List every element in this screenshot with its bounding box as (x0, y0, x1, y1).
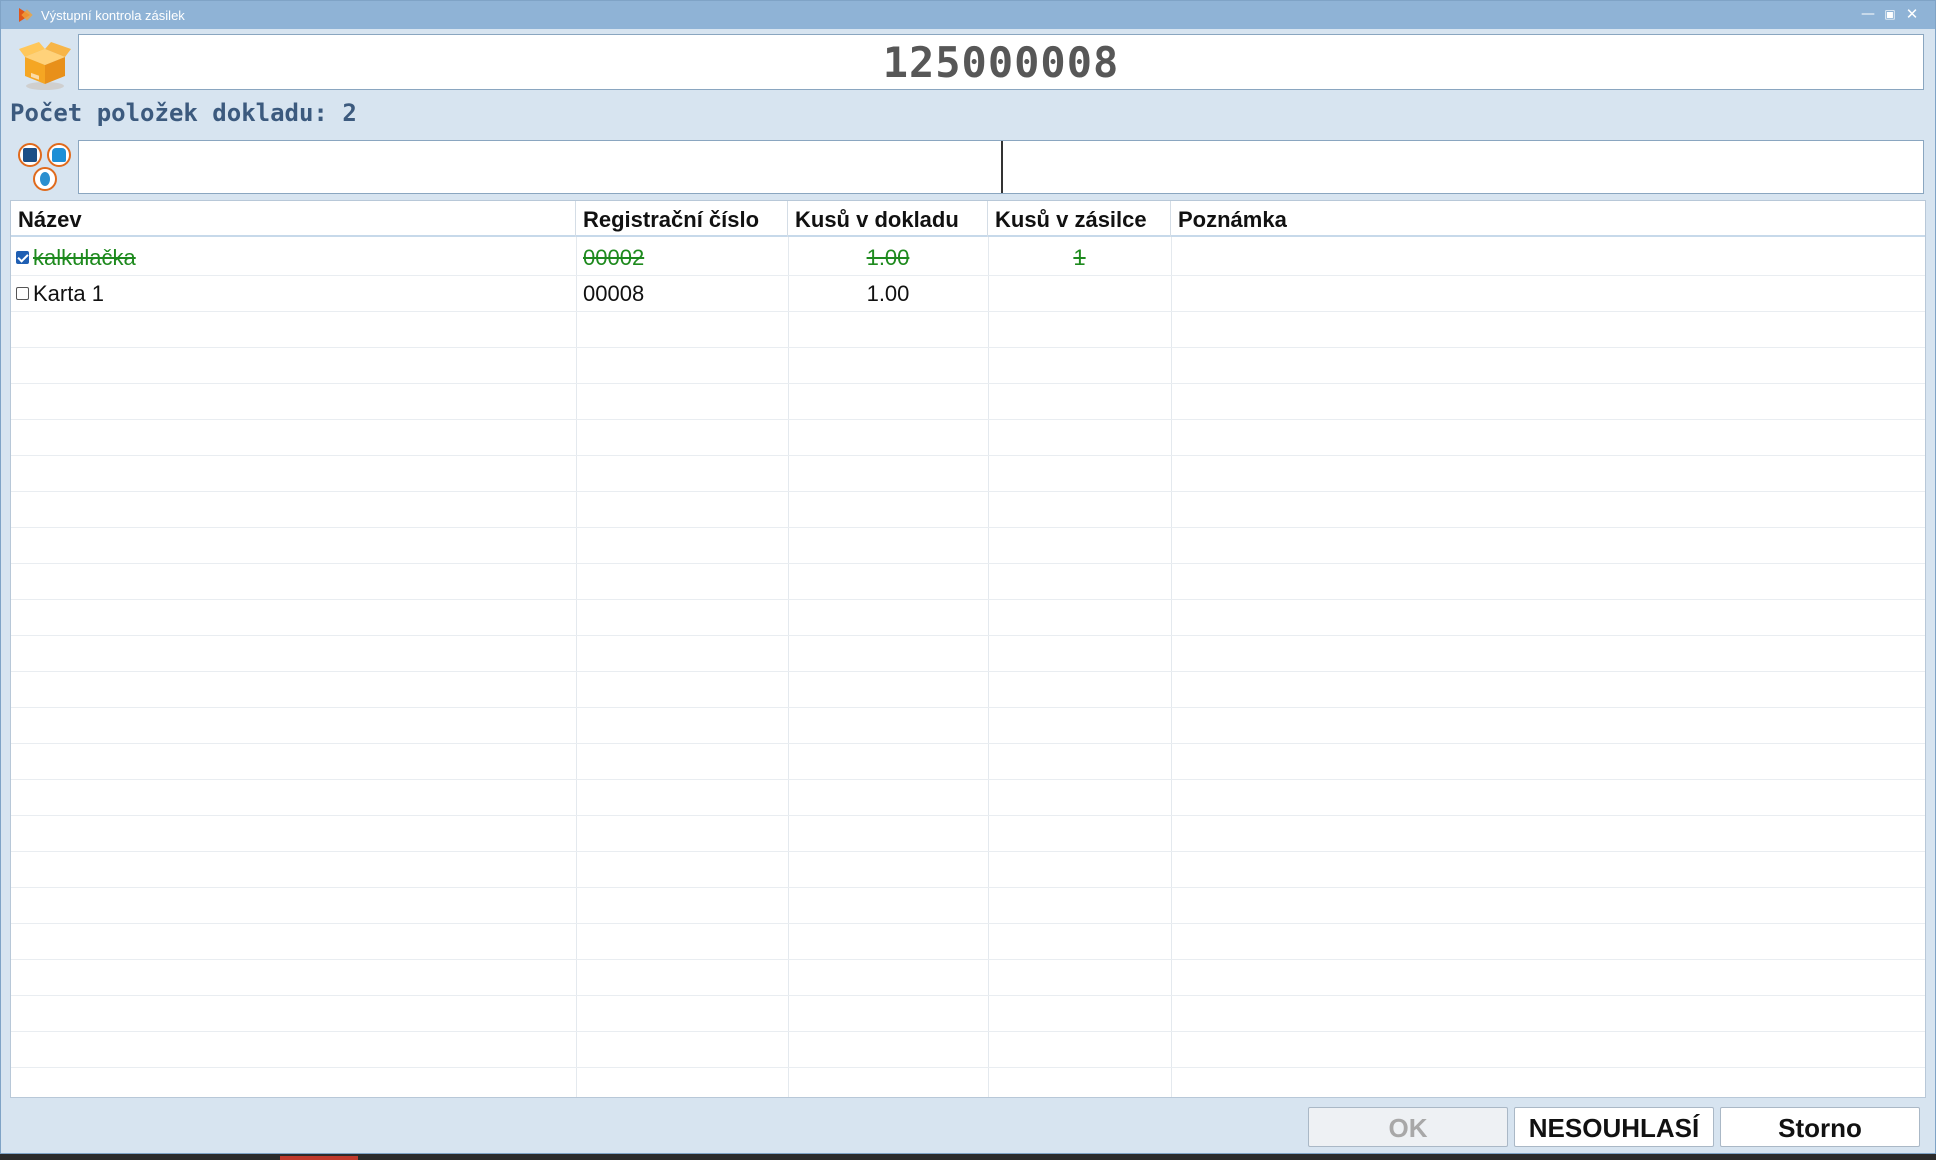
row-checkbox[interactable] (16, 287, 29, 300)
maximize-button[interactable]: ▣ (1879, 1, 1901, 29)
grid-row-line (11, 563, 1925, 564)
grid-row-line (11, 671, 1925, 672)
grid-row-line (11, 1067, 1925, 1068)
grid-row-line (11, 383, 1925, 384)
grid-row-line (11, 851, 1925, 852)
cell-name: Karta 1 (33, 281, 104, 306)
row-checkbox[interactable] (16, 251, 29, 264)
grid-row-line (11, 779, 1925, 780)
window-title: Výstupní kontrola zásilek (41, 7, 185, 23)
grid-row-line (11, 635, 1925, 636)
column-header-qty-document[interactable]: Kusů v dokladu (788, 201, 988, 237)
app-arrow-icon (17, 6, 35, 24)
grid-column-line (988, 237, 989, 1097)
taskbar-accent (280, 1156, 358, 1160)
grid-column-line (1171, 237, 1172, 1097)
grid-row-line (11, 743, 1925, 744)
grid-row-line (11, 1031, 1925, 1032)
grid-row-line (11, 923, 1925, 924)
column-header-qty-shipment[interactable]: Kusů v zásilce (988, 201, 1171, 237)
table-row[interactable]: kalkulačka 00002 1.00 1 (11, 239, 1925, 275)
cell-qty-document: 1.00 (866, 245, 910, 270)
grid-row-line (11, 887, 1925, 888)
close-button[interactable]: ✕ (1901, 1, 1923, 29)
main-window: Výstupní kontrola zásilek — ▣ ✕ 12500000… (0, 0, 1936, 1154)
cell-reg-number: 00002 (583, 245, 645, 270)
cell-qty-shipment (988, 275, 1171, 311)
disagree-button[interactable]: NESOUHLASÍ (1514, 1107, 1714, 1147)
grid-row-line (11, 959, 1925, 960)
scan-input-box (78, 140, 1924, 194)
grid-row-line (11, 347, 1925, 348)
grid-row-line (11, 311, 1925, 312)
grid-row-line (11, 491, 1925, 492)
grid-row-line (11, 707, 1925, 708)
grid-header: Název Registrační číslo Kusů v dokladu K… (11, 201, 1925, 237)
cell-qty-shipment: 1 (1073, 245, 1086, 270)
printer-icon[interactable] (18, 143, 42, 167)
minimize-button[interactable]: — (1857, 1, 1879, 29)
cell-note (1178, 239, 1918, 275)
scale-icon[interactable] (33, 167, 57, 191)
column-header-reg-number[interactable]: Registrační číslo (576, 201, 788, 237)
grid-row-line (11, 527, 1925, 528)
document-number-box: 125000008 (78, 34, 1924, 90)
grid-row-line (11, 455, 1925, 456)
grid-column-line (788, 237, 789, 1097)
cell-name: kalkulačka (33, 245, 136, 270)
shirt-icon[interactable] (47, 143, 71, 167)
grid-row-line (11, 995, 1925, 996)
column-header-name[interactable]: Název (11, 201, 576, 237)
package-box-icon (19, 42, 71, 90)
grid-row-line (11, 599, 1925, 600)
table-row[interactable]: Karta 1 00008 1.00 (11, 275, 1925, 311)
quantity-input[interactable] (1003, 141, 1923, 193)
cell-reg-number: 00008 (583, 281, 645, 306)
ok-button[interactable]: OK (1308, 1107, 1508, 1147)
document-number: 125000008 (882, 37, 1120, 87)
item-count-label: Počet položek dokladu: 2 (10, 99, 357, 127)
cancel-button[interactable]: Storno (1720, 1107, 1920, 1147)
grid-row-line (11, 815, 1925, 816)
title-bar[interactable]: Výstupní kontrola zásilek — ▣ ✕ (1, 1, 1935, 29)
cell-note (1178, 275, 1918, 311)
column-header-note[interactable]: Poznámka (1171, 201, 1925, 237)
grid-row-line (11, 419, 1925, 420)
grid-column-line (576, 237, 577, 1097)
barcode-input[interactable] (79, 141, 1003, 193)
items-grid[interactable]: Název Registrační číslo Kusů v dokladu K… (10, 200, 1926, 1098)
cell-qty-document: 1.00 (866, 281, 910, 306)
